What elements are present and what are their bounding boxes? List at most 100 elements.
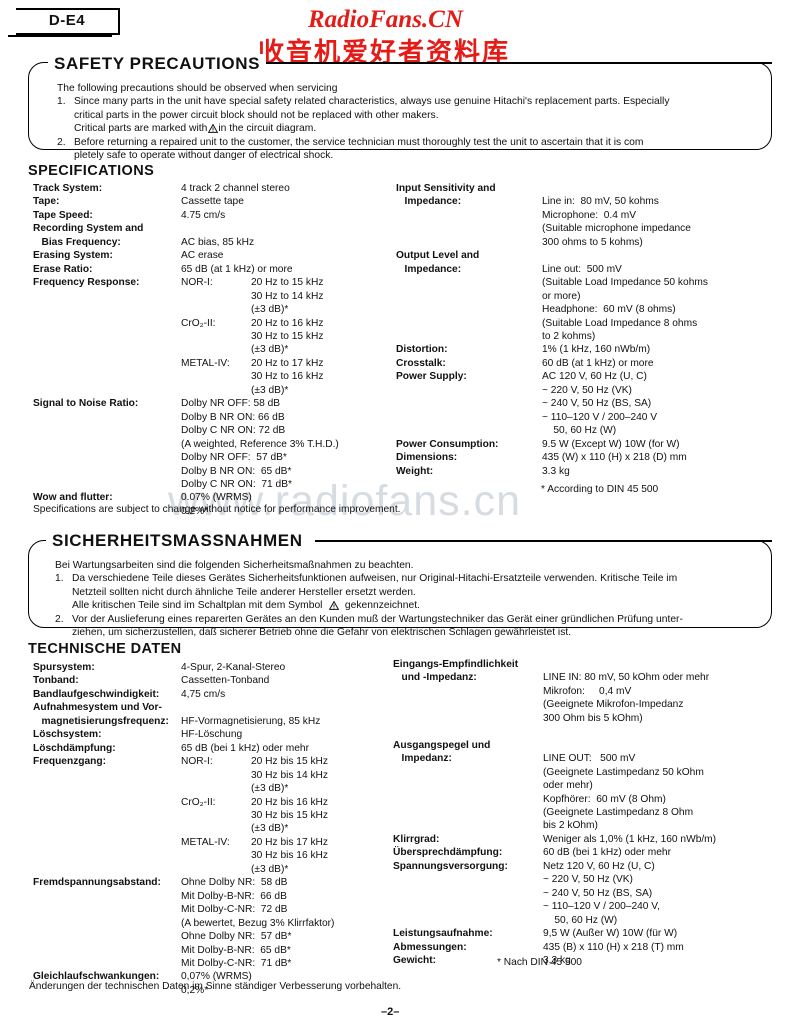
spec-row-label: Erasing System: — [33, 250, 113, 262]
output-line: or more) — [542, 290, 581, 302]
eingangs-impedanz-label: und -Impedanz: — [393, 672, 477, 684]
frequency-kind — [181, 849, 251, 862]
frequency-kind: CrO₂-II: — [181, 796, 216, 808]
spec-row-label: Spannungsversorgung: — [393, 860, 508, 872]
spec-row-label: Tape Speed: — [33, 209, 93, 221]
snr-line: Dolby NR OFF: 58 dB — [181, 398, 281, 410]
manual-page: www.radiofans.cn D-E4 RadioFans.CN 收音机爱好… — [0, 0, 800, 1034]
frequency-row: 30 Hz bis 14 kHz — [181, 769, 328, 782]
safety-precautions-body: The following precautions should be obse… — [57, 82, 757, 162]
input-sensitivity-label-row: Input Sensitivity and — [396, 182, 796, 195]
frequency-row: 30 Hz to 15 kHz — [181, 330, 323, 343]
output-line: (Suitable Load Impedance 8 ohms — [542, 317, 698, 329]
output-line: Line out: 500 mV — [542, 263, 622, 275]
frequency-value: (±3 dB)* — [251, 384, 289, 396]
sicherheits-item-1-number: 1. — [55, 573, 64, 585]
eingangs-empfindlichkeit-label-row: Eingangs-Empfindlichkeit — [393, 658, 798, 671]
frequency-value: 20 Hz to 17 kHz — [251, 357, 324, 369]
safety-item-1-line-2: critical parts in the power circuit bloc… — [74, 109, 439, 121]
spec-row: Tonband: Cassetten-Tonband — [33, 674, 383, 687]
frequency-row: NOR-I: 20 Hz bis 15 kHz — [181, 755, 328, 768]
snr-label: Signal to Noise Ratio: — [33, 398, 139, 410]
sicherheitsmassnahmen-body: Bei Wartungsarbeiten sind die folgenden … — [55, 559, 760, 639]
snr-line: Dolby B NR ON: 66 dB — [181, 411, 285, 423]
frequenzgang-label: Frequenzgang: — [33, 756, 107, 768]
input-impedance-value: Line in: 80 mV, 50 kohms — [542, 196, 659, 208]
specifications-basic-rows: Track System: 4 track 2 channel stereo Tap… — [33, 182, 383, 276]
safety-item-2-number: 2. — [57, 136, 66, 148]
eingangs-values: LINE IN: 80 mV, 50 kOhm oder mehr Mikrofo… — [543, 671, 798, 725]
frequency-row: CrO₂-II: 20 Hz to 16 kHz — [181, 317, 323, 330]
spannungsversorgung-extra: ~ 220 V, 50 Hz (VK) ~ 240 V, 50 Hz (BS, S… — [543, 873, 798, 927]
spec-row-label: Crosstalk: — [396, 357, 446, 369]
frequency-value: 20 Hz bis 15 kHz — [251, 756, 329, 768]
eingangs-line: Mikrofon: 0,4 mV — [543, 685, 632, 697]
spec-row: Track System: 4 track 2 channel stereo — [33, 182, 383, 195]
snr-values: Dolby NR OFF: 58 dB Dolby B NR ON: 66 dB D… — [181, 397, 339, 491]
output-level-label-row: Output Level and — [396, 249, 796, 262]
warning-triangle-icon — [208, 124, 219, 134]
spec-row-value: 60 dB (bei 1 kHz) oder mehr — [543, 847, 671, 859]
spannungs-line: ~ 220 V, 50 Hz (VK) — [543, 874, 633, 886]
frequency-value: (±3 dB)* — [251, 823, 289, 835]
spec-row: Dimensions: 435 (W) x 110 (H) x 218 (D) m… — [396, 451, 796, 464]
spec-row-value: 435 (B) x 110 (H) x 218 (T) mm — [543, 941, 684, 953]
sicherheits-item-2-line-2: ziehen, um sicherzustellen, daß sicherer… — [72, 627, 572, 639]
safety-item-1: 1. Since many parts in the unit have spe… — [57, 95, 757, 135]
ausgangs-line: bis 2 kOhm) — [543, 820, 598, 832]
spec-row: Erase Ratio: 65 dB (at 1 kHz) or more — [33, 263, 383, 276]
spec-row: Abmessungen: 435 (B) x 110 (H) x 218 (T) … — [393, 941, 798, 954]
spec-row-label: Löschdämpfung: — [33, 742, 116, 754]
frequency-kind: NOR-I: — [181, 756, 213, 768]
frequency-value: 30 Hz bis 14 kHz — [251, 769, 329, 781]
frequency-row: 30 Hz to 14 kHz — [181, 290, 323, 303]
output-line: Headphone: 60 mV (8 ohms) — [542, 304, 676, 316]
frequency-kind — [181, 809, 251, 822]
frequency-response-row: Frequency Response: NOR-I: 20 Hz to 15 kH… — [33, 276, 383, 397]
power-supply-extra: ~ 220 V, 50 Hz (VK) ~ 240 V, 50 Hz (BS, S… — [542, 384, 796, 438]
sicherheitsmassnahmen-title: SICHERHEITSMASSNAHMEN — [48, 531, 309, 551]
spec-row-value: 4 track 2 channel stereo — [181, 183, 290, 194]
spec-row-value: Netz 120 V, 60 Hz (U, C) — [543, 860, 655, 872]
fremdspannung-line: Ohne Dolby NR: 57 dB* — [181, 931, 292, 943]
snr-line: Dolby C NR ON: 71 dB* — [181, 478, 292, 490]
frequency-kind — [181, 370, 251, 383]
technische-daten-change-notice: Änderungen der technischen Daten im Sinn… — [29, 981, 402, 992]
spannungs-line: ~ 240 V, 50 Hz (BS, SA) — [543, 887, 653, 899]
spec-row: Recording System and — [33, 222, 383, 235]
input-impedance-label: Impedance: — [396, 196, 462, 208]
fremdspannung-line: Ohne Dolby NR: 58 dB — [181, 877, 288, 889]
frequency-row: 30 Hz bis 15 kHz — [181, 809, 328, 822]
spec-row-value: HF-Vormagnetisierung, 85 kHz — [181, 715, 321, 727]
snr-line: (A weighted, Reference 3% T.H.D.) — [181, 438, 339, 450]
frequency-value: 20 Hz bis 17 kHz — [251, 836, 329, 848]
sicherheits-item-2: 2. Vor der Auslieferung eines reparerten… — [55, 613, 760, 640]
eingangs-line: LINE IN: 80 mV, 50 kOhm oder mehr — [543, 672, 710, 684]
safety-intro: The following precautions should be obse… — [57, 83, 338, 94]
model-badge-underline — [8, 35, 112, 37]
frequency-row: (±3 dB)* — [181, 343, 323, 356]
ausgangs-line: Kopfhörer: 60 mV (8 Ohm) — [543, 793, 666, 805]
safety-title-rule — [255, 62, 772, 64]
frequency-row: NOR-I: 20 Hz to 15 kHz — [181, 276, 323, 289]
frequency-row: (±3 dB)* — [181, 822, 328, 835]
ausgangs-impedanz-label: Impedanz: — [393, 753, 452, 765]
specifications-left-column: Track System: 4 track 2 channel stereo Tap… — [33, 182, 383, 518]
frequency-kind — [181, 330, 251, 343]
spannungs-line: ~ 110–120 V / 200–240 V, — [543, 901, 660, 913]
frequency-kind — [181, 863, 251, 876]
safety-item-2: 2. Before returning a repaired unit to t… — [57, 136, 757, 163]
ausgangs-line: (Geeignete Lastimpedanz 50 kOhm — [543, 766, 704, 778]
spec-row: Aufnahmesystem und Vor- — [33, 701, 383, 714]
frequency-response-values: NOR-I: 20 Hz to 15 kHz 30 Hz to 14 kHz (±3 … — [181, 276, 323, 397]
frequency-row: METAL-IV: 20 Hz to 17 kHz — [181, 357, 323, 370]
technische-daten-left-column: Spursystem: 4-Spur, 2-Kanal-Stereo Tonband… — [33, 661, 383, 997]
fremdspannung-line: Mit Dolby-B-NR: 65 dB* — [181, 944, 291, 956]
frequency-row: (±3 dB)* — [181, 782, 328, 795]
spec-row-label: Bandlaufgeschwindigkeit: — [33, 688, 160, 700]
spec-row-label: Power Consumption: — [396, 438, 499, 450]
spec-row-label: Abmessungen: — [393, 941, 467, 953]
ausgangs-line: LINE OUT: 500 mV — [543, 753, 636, 765]
spec-row-label: Recording System and — [33, 223, 144, 235]
spec-row: Power Supply: AC 120 V, 60 Hz (U, C) — [396, 370, 796, 383]
